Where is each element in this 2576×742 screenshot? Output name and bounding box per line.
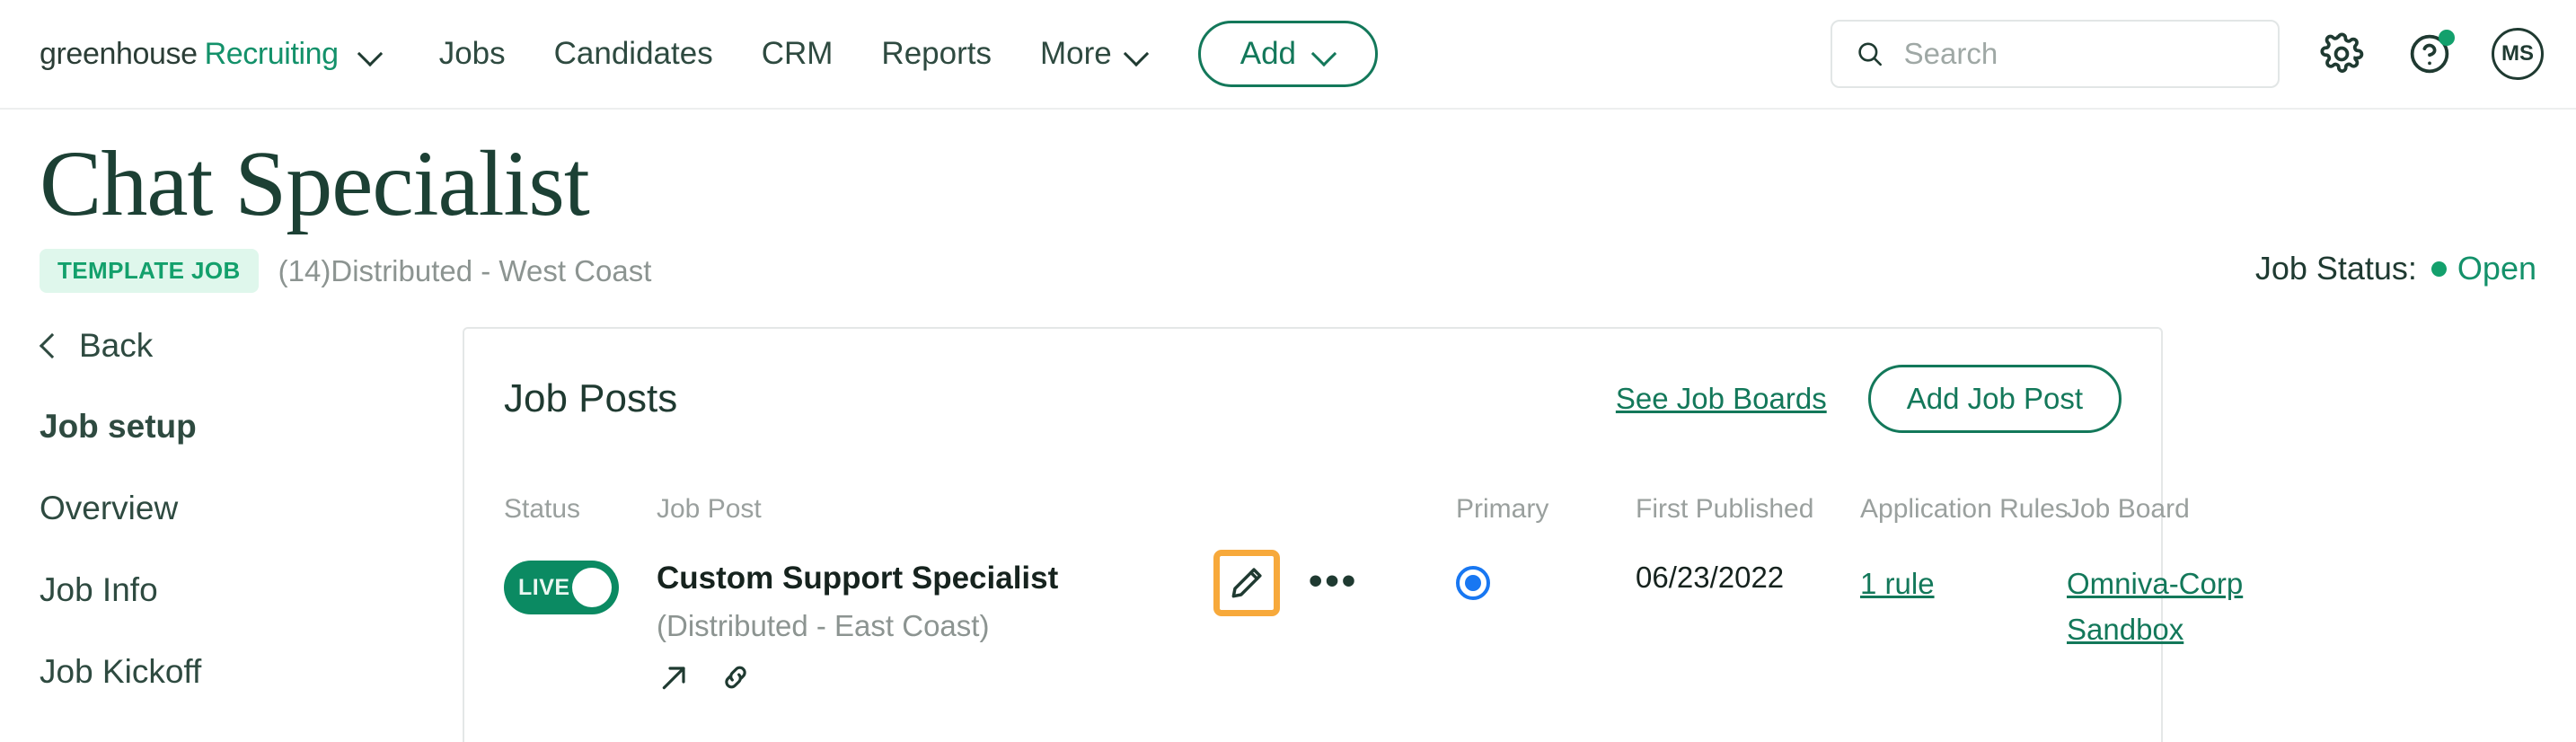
column-header-first-published: First Published [1636,494,1814,525]
sidebar-label-job-info: Job Info [40,571,158,609]
table-header: Status Job Post Primary First Published … [504,494,2291,561]
brand-primary-text: greenhouse [40,36,198,71]
nav-label-more: More [1039,36,1112,71]
notification-dot-icon [2439,30,2455,46]
job-post-location: (Distributed - East Coast) [657,609,990,643]
settings-button[interactable] [2316,28,2368,80]
job-post-icon-row [657,659,1213,695]
brand-secondary-text: Recruiting [204,36,339,71]
application-rules-link[interactable]: 1 rule [1860,567,1935,600]
sidebar-label-overview: Overview [40,490,179,527]
job-meta-text: (14)Distributed - West Coast [278,253,652,287]
job-board-link[interactable]: Omniva-Corp Sandbox [2067,567,2243,646]
radio-inner-dot [1465,575,1481,592]
live-toggle-label: LIVE [518,574,570,600]
back-link[interactable]: Back [39,327,463,365]
cell-primary [1456,561,1636,722]
nav-item-more[interactable]: More [1040,36,1148,72]
column-header-application-rules: Application Rules [1860,494,2069,525]
back-label: Back [79,327,154,365]
primary-radio-button[interactable] [1456,566,1490,601]
row-action-group: ••• [1213,550,1456,617]
sidebar-item-job-kickoff[interactable]: Job Kickoff [40,653,463,691]
cell-application-rules: 1 rule [1860,561,2067,722]
job-status-value: Open [2457,250,2536,287]
chevron-down-icon [1312,42,1336,66]
nav-label-jobs: Jobs [438,36,506,71]
nav-label-crm: CRM [761,36,834,71]
job-post-title[interactable]: Custom Support Specialist [657,561,1213,596]
first-published-date: 06/23/2022 [1636,561,1785,595]
sidebar: Back Job setup Overview Job Info Job Kic… [0,327,463,742]
sidebar-label-job-kickoff: Job Kickoff [40,653,202,691]
nav-item-jobs[interactable]: Jobs [439,36,506,72]
see-job-boards-link[interactable]: See Job Boards [1616,382,1827,416]
job-posts-table: Status Job Post Primary First Published … [504,494,2291,722]
page-body: Back Job setup Overview Job Info Job Kic… [0,293,2576,742]
toggle-knob [572,568,612,608]
search-box[interactable] [1831,20,2280,88]
nav-label-candidates: Candidates [553,36,713,71]
job-status-label: Job Status: [2254,250,2417,287]
sidebar-item-job-setup[interactable]: Job setup [40,408,463,446]
help-button[interactable] [2404,28,2456,80]
chevron-left-icon [39,333,66,359]
avatar[interactable]: MS [2492,28,2544,80]
page-header: Chat Specialist TEMPLATE JOB (14)Distrib… [0,110,2576,294]
job-status: Job Status: Open [2255,250,2536,287]
nav-item-crm[interactable]: CRM [762,36,834,72]
top-right-controls: MS [1831,20,2544,88]
gear-icon [2320,32,2364,73]
avatar-initials: MS [2501,41,2534,66]
search-input[interactable] [1903,37,2254,71]
link-chain-icon[interactable] [718,659,754,695]
job-posts-card: Job Posts See Job Boards Add Job Post St… [463,327,2243,742]
add-job-post-button[interactable]: Add Job Post [1867,365,2122,434]
sidebar-item-job-info[interactable]: Job Info [40,571,463,609]
table-row: LIVE Custom Support Specialist (Distribu… [504,550,2291,722]
primary-nav: Jobs Candidates CRM Reports More [439,36,1148,72]
cell-actions: ••• [1213,550,1456,722]
top-navigation-bar: greenhouse Recruiting Jobs Candidates CRM… [0,0,2576,110]
cell-job-board: Omniva-Corp Sandbox [2067,561,2291,722]
sidebar-label-job-setup: Job setup [40,408,197,446]
job-posts-card-header: Job Posts See Job Boards Add Job Post [504,365,2122,434]
cell-first-published: 06/23/2022 [1636,561,1860,722]
live-status-toggle[interactable]: LIVE [504,561,619,615]
more-options-button[interactable]: ••• [1309,561,1358,600]
chevron-down-icon[interactable] [358,42,382,66]
job-posts-actions: See Job Boards Add Job Post [1616,365,2122,434]
status-dot-icon [2430,261,2447,277]
nav-item-reports[interactable]: Reports [881,36,992,72]
column-header-status: Status [504,494,581,525]
column-header-job-post: Job Post [657,494,762,525]
sidebar-item-overview[interactable]: Overview [40,490,463,527]
brand-logo[interactable]: greenhouse Recruiting [40,37,382,72]
brand-wordmark: greenhouse Recruiting [40,37,339,72]
job-posts-title: Job Posts [504,376,678,421]
table-header-row: Status Job Post Primary First Published … [504,494,2291,561]
nav-item-candidates[interactable]: Candidates [554,36,713,72]
column-header-job-board: Job Board [2067,494,2190,525]
table-body: LIVE Custom Support Specialist (Distribu… [504,550,2291,722]
chevron-down-icon [1125,42,1148,66]
template-job-badge: TEMPLATE JOB [40,249,259,294]
nav-label-reports: Reports [881,36,992,71]
external-link-icon[interactable] [657,659,693,695]
column-header-primary: Primary [1456,494,1549,525]
pencil-icon [1231,568,1262,598]
cell-status: LIVE [504,561,657,722]
edit-job-post-button[interactable] [1213,550,1280,617]
search-icon [1858,42,1883,66]
cell-job-post: Custom Support Specialist (Distributed -… [657,561,1213,722]
page-subheader: TEMPLATE JOB (14)Distributed - West Coas… [40,249,2536,294]
add-button[interactable]: Add [1197,21,1379,87]
add-button-label: Add [1239,36,1297,71]
page-title: Chat Specialist [40,132,590,235]
